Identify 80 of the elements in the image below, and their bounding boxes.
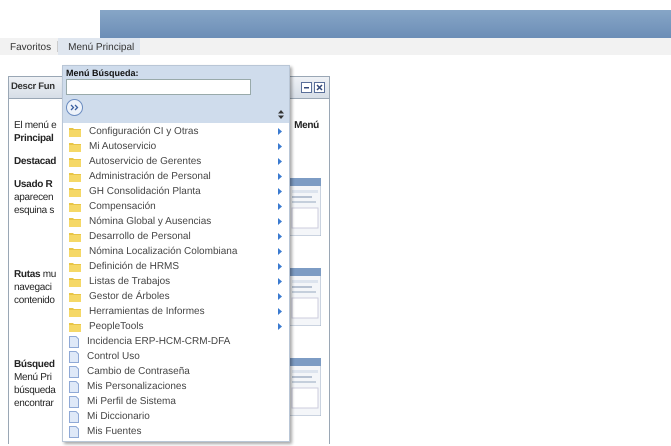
menu-item[interactable]: Incidencia ERP-HCM-CRM-DFA [63,334,289,349]
text-line: Rutas mu [14,268,56,281]
menu-item[interactable]: Herramientas de Informes [63,304,289,319]
text-line: El menú e [14,119,56,132]
submenu-arrow-icon [278,233,282,240]
text-line: contenido [14,294,55,307]
search-go-button[interactable] [66,99,83,116]
folder-icon [69,202,81,212]
menu-item[interactable]: Listas de Trabajos [63,274,289,289]
folder-icon [69,246,81,256]
submenu-arrow-icon [278,143,282,150]
menu-item[interactable]: Mi Perfil de Sistema [63,394,289,409]
folder-icon [69,142,81,152]
folder-icon [69,216,81,226]
menu-item[interactable]: Nómina Global y Ausencias [63,214,289,229]
menu-item[interactable]: Administración de Personal [63,169,289,184]
menu-tab[interactable]: Menú Principal [58,38,140,55]
document-icon [69,366,79,378]
submenu-arrow-icon [278,293,282,300]
submenu-arrow-icon [278,128,282,135]
submenu-arrow-icon [278,218,282,225]
submenu-arrow-icon [278,158,282,165]
folder-icon [69,156,81,166]
folder-icon [69,276,81,286]
search-field[interactable] [66,79,251,95]
folder-icon [69,322,81,332]
folder-icon [69,186,81,196]
text-line: Menú [294,119,319,132]
text-line: encontrar [14,397,54,410]
document-icon [69,350,79,362]
menu-item[interactable]: Gestor de Árboles [63,289,289,304]
text-line: navegaci [14,281,52,294]
submenu-arrow-icon [278,278,282,285]
menu-item[interactable]: Nómina Localización Colombiana [63,244,289,259]
menu-item[interactable]: Mi Diccionario [63,409,289,424]
document-icon [69,380,79,392]
text-line: Usado R [14,178,52,191]
text-line: aparecen [14,191,54,204]
menu-item[interactable]: Autoservicio de Gerentes [63,154,289,169]
text-line: Búsqued [14,358,55,371]
pagelet-title: Descr Fun [11,80,55,94]
close-icon[interactable] [314,82,325,93]
text-line: búsqueda [14,384,56,397]
document-icon [69,410,79,422]
menu-item[interactable]: Definición de HRMS [63,259,289,274]
menu-item[interactable]: Configuración CI y Otras [63,124,289,139]
menu-item[interactable]: Control Uso [63,349,289,364]
submenu-arrow-icon [278,173,282,180]
menu-item[interactable]: Cambio de Contraseña [63,364,289,379]
folder-icon [69,292,81,302]
submenu-arrow-icon [278,188,282,195]
submenu-arrow-icon [278,323,282,330]
submenu-arrow-icon [278,203,282,210]
text-line: Principal [14,132,54,145]
folder-icon [69,232,81,242]
menu-item[interactable]: PeopleTools [63,319,289,334]
submenu-arrow-icon [278,308,282,315]
menu-item[interactable]: GH Consolidación Planta [63,184,289,199]
submenu-arrow-icon [278,263,282,270]
menu-item[interactable]: Mi Autoservicio [63,139,289,154]
document-icon [69,426,79,438]
menu-item[interactable]: Desarrollo de Personal [63,229,289,244]
minimize-icon[interactable] [301,82,312,93]
text-line: Menú Pri [14,371,52,384]
document-icon [69,396,79,408]
menu-item[interactable]: Compensación [63,199,289,214]
search-label: Menú Búsqueda: [66,68,140,78]
text-line: Destacad [14,155,56,168]
menu-item[interactable]: Mis Fuentes [63,424,289,439]
submenu-arrow-icon [278,248,282,255]
double-chevron-icon [70,104,79,111]
folder-icon [69,306,81,316]
document-icon [69,336,79,348]
menu-item[interactable]: Mis Personalizaciones [63,379,289,394]
folder-icon [69,262,81,272]
sort-icon[interactable] [278,110,284,119]
menu-tab[interactable]: Favoritos [0,38,58,55]
text-line: esquina s [14,204,54,217]
folder-icon [69,126,81,136]
folder-icon [69,172,81,182]
